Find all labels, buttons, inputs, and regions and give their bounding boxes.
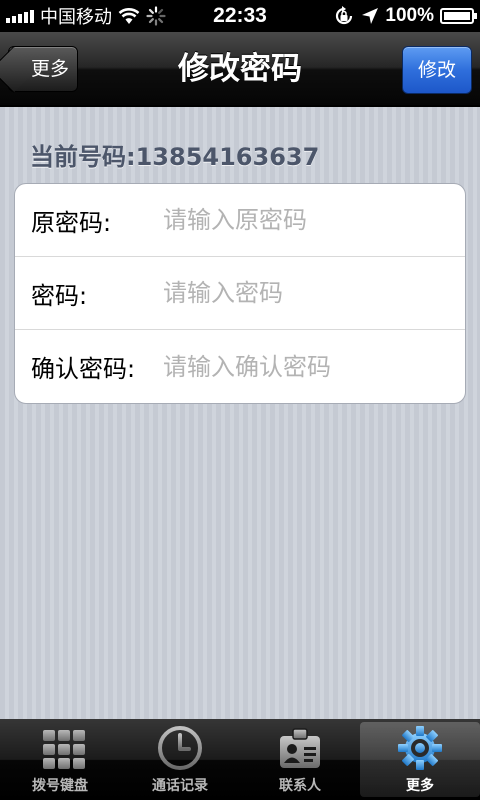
tab-keypad[interactable]: 拨号键盘 [0, 719, 120, 800]
modify-button[interactable]: 修改 [402, 46, 472, 94]
tab-contacts[interactable]: 联系人 [240, 719, 360, 800]
navigation-bar: 修改密码 更多 修改 [0, 32, 480, 106]
contacts-icon [280, 728, 320, 768]
gear-icon [398, 726, 442, 770]
old-password-label: 原密码: [31, 208, 112, 237]
tab-call-log[interactable]: 通话记录 [120, 719, 240, 800]
clock-icon [158, 726, 202, 770]
battery-icon [440, 8, 477, 24]
new-password-input[interactable] [163, 279, 465, 307]
carrier-name: 中国移动 [40, 7, 112, 27]
status-bar: 中国移动 22:33 100% [0, 0, 480, 32]
confirm-password-row: 确认密码: [15, 330, 465, 403]
old-password-row: 原密码: [15, 184, 465, 257]
old-password-input[interactable] [163, 206, 465, 234]
tab-keypad-label: 拨号键盘 [32, 778, 88, 794]
wifi-icon [118, 8, 140, 24]
back-button[interactable]: 更多 [8, 46, 78, 92]
confirm-password-input[interactable] [163, 352, 465, 381]
password-form: 原密码: 密码: 确认密码: [14, 183, 466, 404]
new-password-row: 密码: [15, 257, 465, 330]
back-button-label: 更多 [31, 58, 70, 80]
tab-more[interactable]: 更多 [360, 722, 480, 797]
content-area: 当前号码:13854163637 原密码: 密码: 确认密码: [0, 107, 480, 719]
keypad-icon [36, 724, 85, 772]
current-number-label: 当前号码:13854163637 [30, 143, 320, 171]
confirm-password-label: 确认密码: [31, 355, 136, 383]
tab-more-label: 更多 [406, 778, 434, 794]
rotation-lock-icon [336, 6, 353, 25]
tab-call-log-label: 通话记录 [152, 778, 208, 794]
activity-spinner-icon [146, 6, 166, 26]
location-arrow-icon [362, 8, 379, 24]
new-password-label: 密码: [31, 281, 88, 310]
signal-strength-icon [6, 9, 34, 23]
tab-contacts-label: 联系人 [279, 778, 321, 794]
tab-bar: 拨号键盘 通话记录 联系人 更多 [0, 719, 480, 800]
battery-percentage: 100% [385, 5, 434, 26]
